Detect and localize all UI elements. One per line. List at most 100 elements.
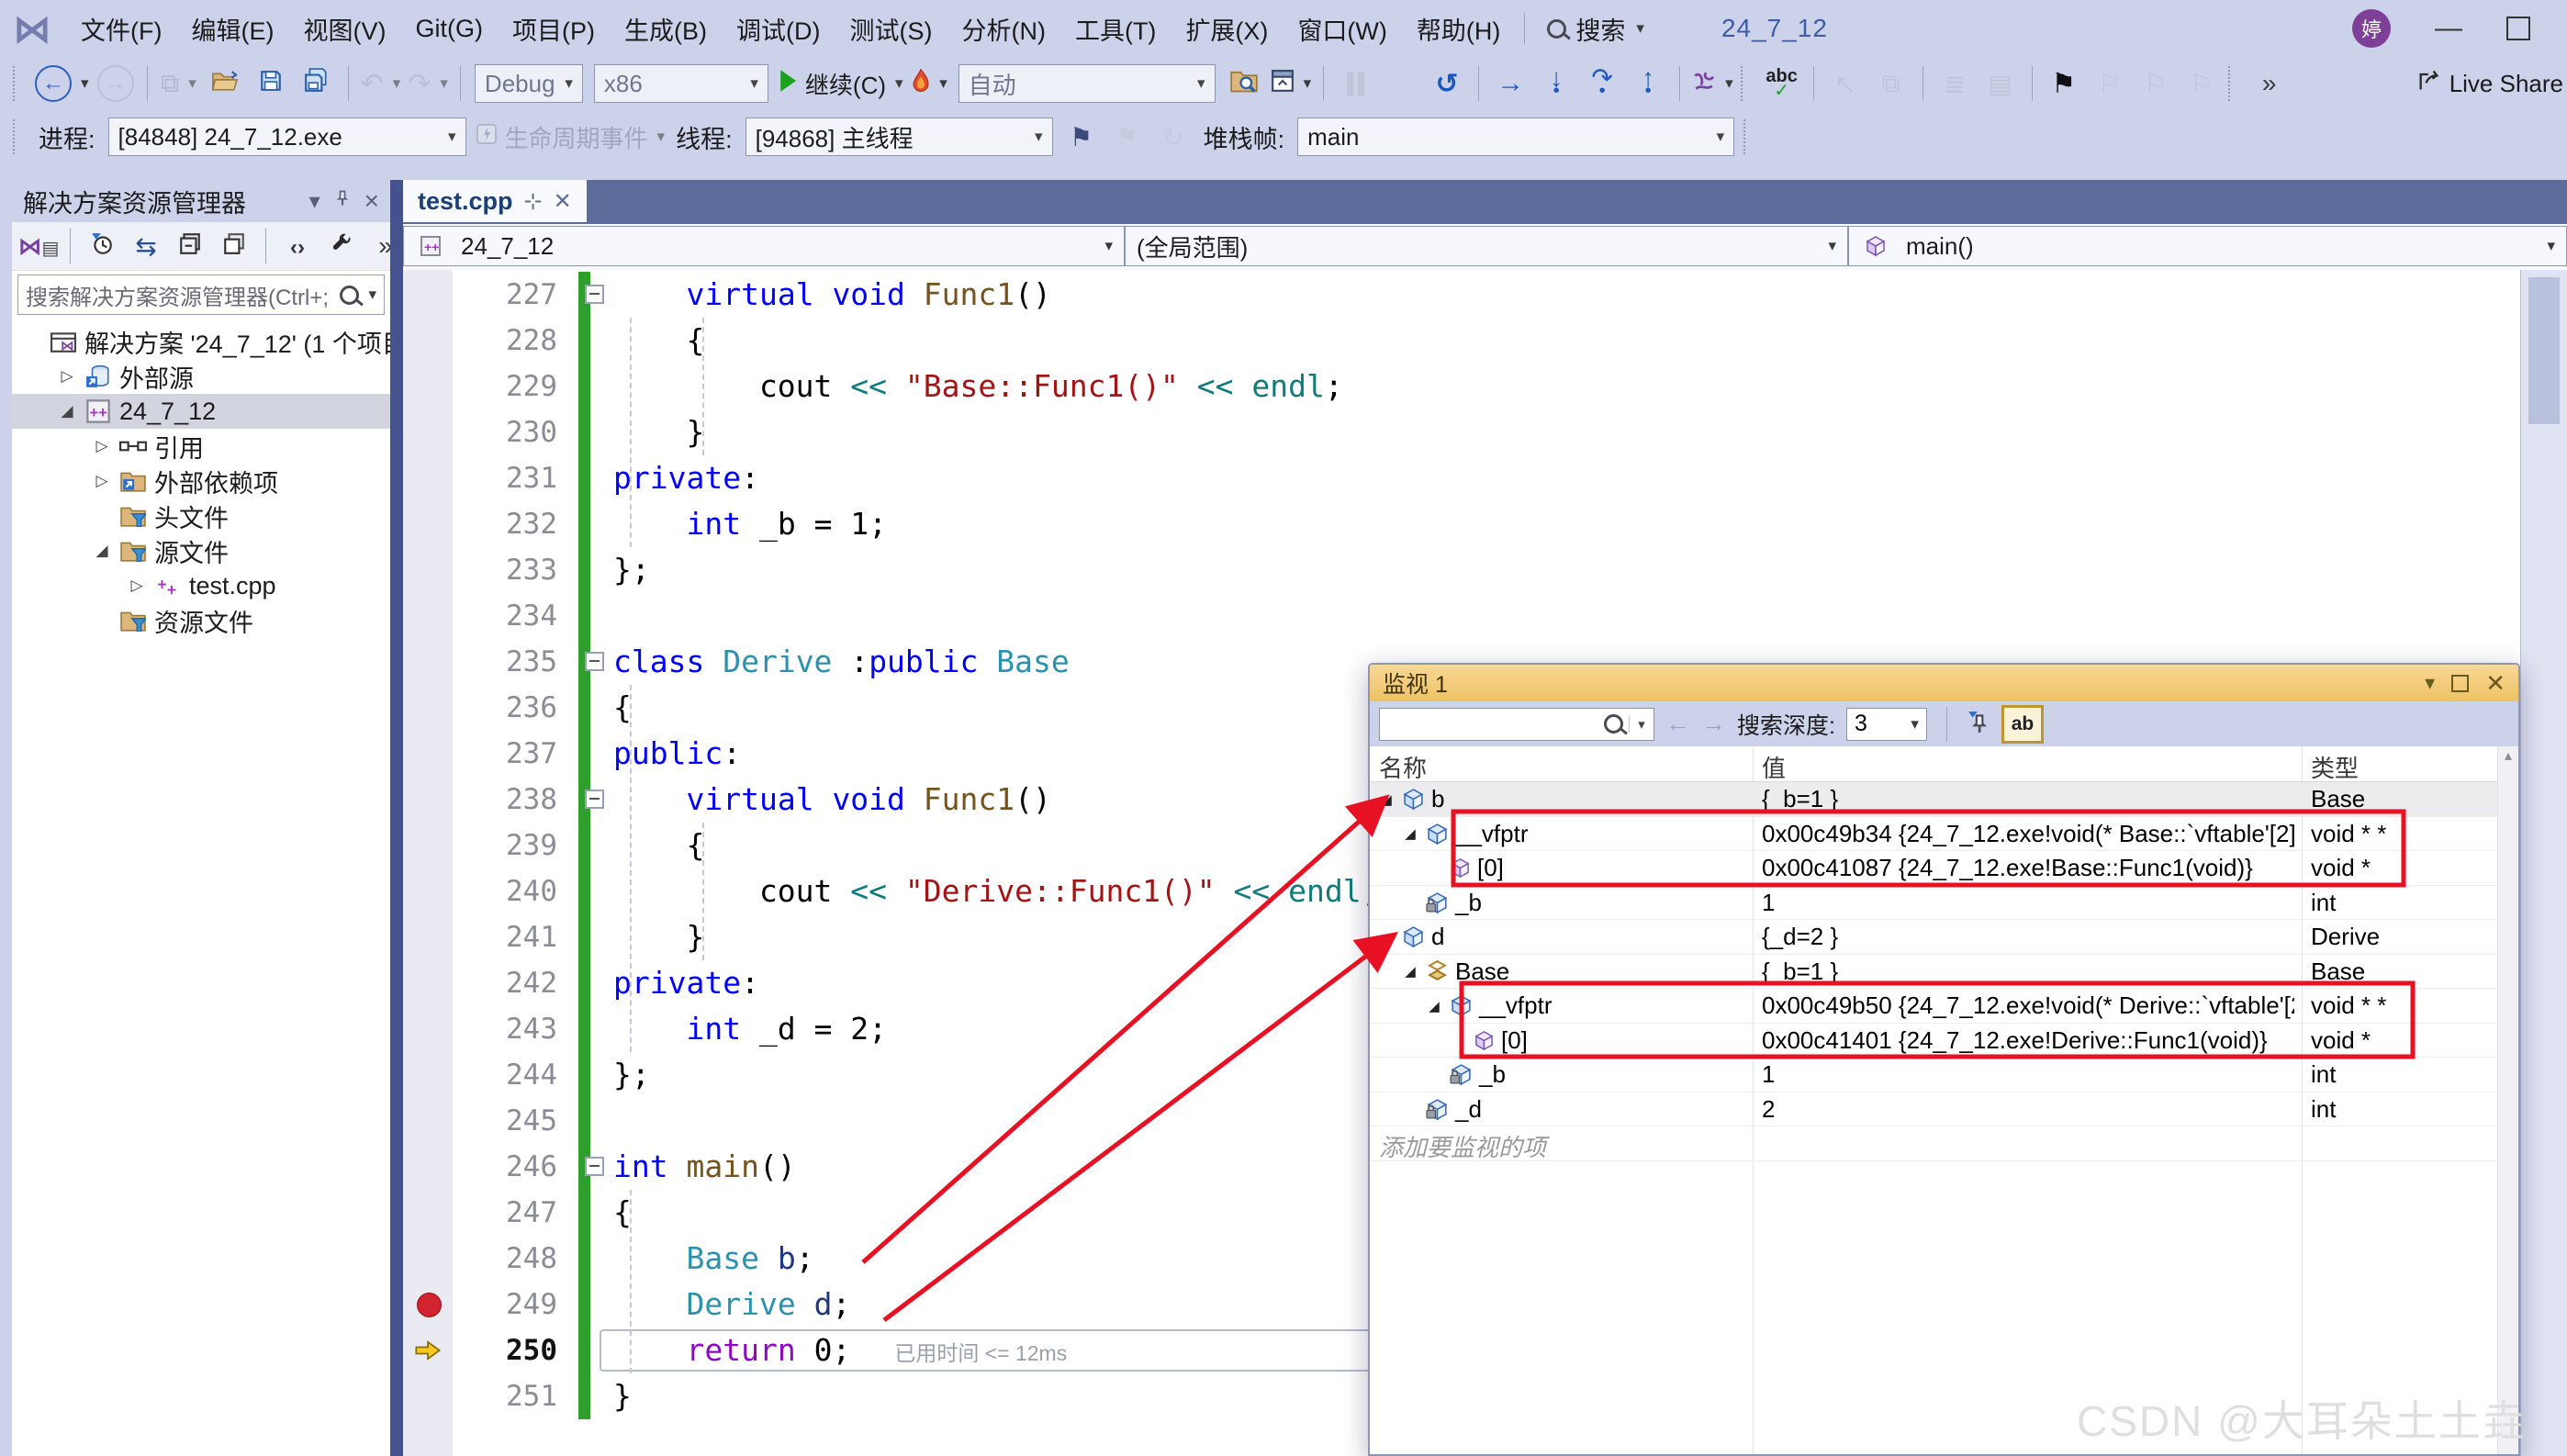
continue-button[interactable]: 继续(C) ▾ xyxy=(774,62,907,105)
spell-check-button[interactable]: abc ✓ xyxy=(1759,62,1805,105)
fold-collapse-icon[interactable] xyxy=(585,790,604,809)
tree-item--[interactable]: 资源文件 xyxy=(12,603,390,638)
chevron-down-icon[interactable]: ▾ xyxy=(309,188,320,215)
watch-row-__vfptr[interactable]: ◢ __vfptr 0x00c49b34 {24_7_12.exe!void(* B… xyxy=(1370,817,2498,851)
code-line[interactable]: 233}; xyxy=(403,547,2567,593)
show-next-statement-button[interactable]: → xyxy=(1487,62,1533,105)
pin-values-icon[interactable] xyxy=(1967,710,1990,738)
thread-dropdown[interactable]: [94868] 主线程 ▾ xyxy=(745,118,1053,156)
preview-code-button[interactable]: ‹› xyxy=(276,227,319,265)
expanded-icon[interactable]: ◢ xyxy=(1401,825,1419,842)
new-project-button[interactable]: ⧉ ▾ xyxy=(156,62,202,105)
column-name[interactable]: 名称 xyxy=(1379,750,1427,784)
toolbar-grip[interactable] xyxy=(13,66,22,101)
save-button[interactable] xyxy=(248,62,294,105)
watch-row-0[interactable]: [0] 0x00c41401 {24_7_12.exe!Derive::Func1… xyxy=(1370,1024,2498,1058)
search-back-button[interactable]: ← xyxy=(1665,710,1690,738)
watch-row-d[interactable]: ◢ d {_d=2 } Derive xyxy=(1370,920,2498,955)
collapsed-icon[interactable]: ▷ xyxy=(86,472,118,490)
avatar[interactable]: 婷 xyxy=(2352,9,2391,48)
window-position-icon[interactable]: ▾ xyxy=(2425,671,2435,695)
tree-item--[interactable]: ▷ 外部源 xyxy=(12,359,390,394)
code-line[interactable]: 232 int _b = 1; xyxy=(403,501,2567,547)
watch-row-_b[interactable]: _b 1 int xyxy=(1370,886,2498,920)
undo-button[interactable]: ↶ ▾ xyxy=(357,62,405,105)
collapsed-icon[interactable]: ▷ xyxy=(51,367,83,386)
show-all-files-button[interactable] xyxy=(213,227,255,265)
collapsed-icon[interactable]: ▷ xyxy=(121,577,152,595)
step-into-button[interactable]: ↓ • xyxy=(1533,62,1579,105)
code-line[interactable]: 228 { xyxy=(403,318,2567,364)
expanded-icon[interactable]: ◢ xyxy=(1377,929,1396,946)
watch-search-input[interactable]: ▾ xyxy=(1379,707,1654,741)
process-dropdown[interactable]: [84848] 24_7_12.exe ▾ xyxy=(107,118,466,156)
previous-bookmark-button[interactable]: ⚐ xyxy=(2087,62,2133,105)
watch-add-row[interactable]: 添加要监视的项 xyxy=(1370,1126,2498,1161)
watch-row-0[interactable]: [0] 0x00c41087 {24_7_12.exe!Base::Func1(v… xyxy=(1370,851,2498,886)
hot-reload-button[interactable]: ▾ xyxy=(907,62,953,105)
collapsed-icon[interactable]: ▷ xyxy=(86,437,118,455)
toolbar-grip[interactable] xyxy=(13,119,22,154)
show-flagged-only-button[interactable]: ⚑ xyxy=(1104,116,1150,158)
solution-search-input[interactable]: 搜索解决方案资源管理器(Ctrl+; ▾ xyxy=(17,274,385,315)
menu-item[interactable]: 分析(N) xyxy=(947,0,1059,57)
pending-changes-filter-button[interactable] xyxy=(81,227,123,265)
tree-item--[interactable]: 头文件 xyxy=(12,498,390,533)
pin-icon[interactable]: ⊹ xyxy=(524,188,543,215)
flag-thread-button[interactable]: ⚑ xyxy=(1059,116,1104,158)
solution-platform-dropdown[interactable]: x86 ▾ xyxy=(593,64,768,103)
syntax-visualizer-button[interactable]: ▾ xyxy=(1688,62,1737,105)
code-line[interactable]: 227 virtual void Func1() xyxy=(403,272,2567,318)
toolbar-overflow-button[interactable]: » xyxy=(2247,62,2292,105)
show-threads-in-source-button[interactable]: ↻ xyxy=(1150,116,1196,158)
watch-row-_d[interactable]: _d 2 int xyxy=(1370,1092,2498,1126)
watch-row-b[interactable]: ◢ b {_b=1 } Base xyxy=(1370,782,2498,817)
tree-item-test-cpp[interactable]: ▷ + + test.cpp xyxy=(12,568,390,603)
toolbar-grip[interactable] xyxy=(1743,119,1753,154)
tree-item-24_7_12[interactable]: ◢ ++ 24_7_12 xyxy=(12,394,390,429)
menu-item[interactable]: 视图(V) xyxy=(288,0,400,57)
redo-button[interactable]: ↷ ▾ xyxy=(404,62,452,105)
menu-item[interactable]: 调试(D) xyxy=(722,0,835,57)
breakpoint-icon[interactable] xyxy=(417,1293,442,1317)
column-value[interactable]: 值 xyxy=(1762,750,1786,784)
maximize-button[interactable] xyxy=(2506,17,2530,40)
attach-button[interactable]: ⧉ xyxy=(1868,62,1914,105)
panel-splitter[interactable] xyxy=(390,180,403,1456)
select-pointer-button[interactable]: ↖ xyxy=(1822,62,1868,105)
hot-reload-target-dropdown[interactable]: 自动 ▾ xyxy=(958,64,1216,103)
watch-title-bar[interactable]: 监视 1 ▾ ✕ xyxy=(1370,665,2518,701)
menu-item[interactable]: 文件(F) xyxy=(66,0,176,57)
live-share-button[interactable]: Live Share xyxy=(2413,62,2567,105)
tree-item--24_7_12-1-[interactable]: ⋈ 解决方案 '24_7_12' (1 个项目，共 xyxy=(12,324,390,359)
code-line[interactable]: 230 } xyxy=(403,409,2567,455)
member-dropdown[interactable]: main() ▾ xyxy=(1848,226,2567,266)
watch-scrollbar[interactable] xyxy=(2497,746,2518,1454)
fold-collapse-icon[interactable] xyxy=(585,285,604,304)
expanded-icon[interactable]: ◢ xyxy=(1377,791,1396,808)
scope-dropdown[interactable]: (全局范围) ▾ xyxy=(1125,226,1848,266)
close-icon[interactable]: × xyxy=(364,186,379,216)
break-all-button[interactable] xyxy=(1332,62,1378,105)
menu-item[interactable]: 生成(B) xyxy=(610,0,722,57)
menu-item[interactable]: 编辑(E) xyxy=(176,0,288,57)
code-line[interactable]: 234 xyxy=(403,593,2567,639)
search-button[interactable]: 搜索 ▾ xyxy=(1534,11,1657,47)
menu-item[interactable]: 工具(T) xyxy=(1060,0,1171,57)
code-line[interactable]: 229 cout << "Base::Func1()" << endl; xyxy=(403,364,2567,409)
expanded-icon[interactable]: ◢ xyxy=(51,402,83,420)
step-out-button[interactable]: ↑ • xyxy=(1625,62,1671,105)
maximize-icon[interactable] xyxy=(2451,674,2470,692)
save-all-button[interactable] xyxy=(294,62,340,105)
project-dropdown[interactable]: ++ 24_7_12 ▾ xyxy=(403,226,1125,266)
editor-scrollbar[interactable] xyxy=(2520,270,2567,1456)
stack-frame-dropdown[interactable]: main ▾ xyxy=(1297,118,1735,156)
collapse-all-button[interactable] xyxy=(169,227,211,265)
sync-with-active-document-button[interactable]: ⇆ xyxy=(125,227,167,265)
menu-item[interactable]: Git(G) xyxy=(400,0,498,57)
expanded-icon[interactable]: ◢ xyxy=(1401,963,1419,980)
next-bookmark-button[interactable]: ⚐ xyxy=(2133,62,2179,105)
list-members-button[interactable]: ≣ xyxy=(1932,62,1978,105)
clear-bookmarks-button[interactable]: ⚐ xyxy=(2179,62,2225,105)
show-raw-text-toggle[interactable]: ab xyxy=(2001,704,2044,744)
